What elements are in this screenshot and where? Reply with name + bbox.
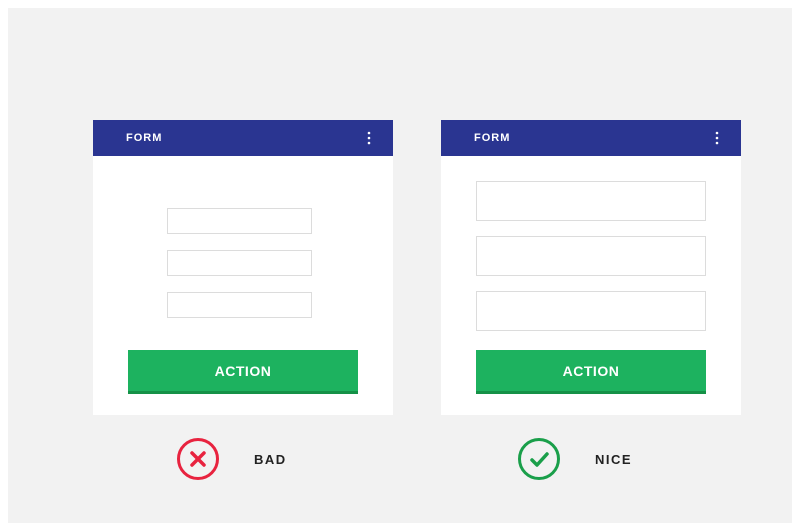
action-button[interactable]: ACTION (476, 350, 706, 394)
text-field-1[interactable] (167, 208, 312, 234)
cross-circle-icon (177, 438, 219, 480)
text-field-3[interactable] (476, 291, 706, 331)
action-button[interactable]: ACTION (128, 350, 358, 394)
text-field-1[interactable] (476, 181, 706, 221)
form-card-nice: FORM ACTION (441, 120, 741, 415)
text-field-2[interactable] (167, 250, 312, 276)
text-field-2[interactable] (476, 236, 706, 276)
app-bar: FORM (93, 120, 393, 156)
kebab-menu-icon[interactable] (367, 131, 371, 145)
check-circle-icon (518, 438, 560, 480)
kebab-menu-icon[interactable] (715, 131, 719, 145)
verdict-label: NICE (595, 452, 633, 467)
verdict-label: BAD (254, 452, 287, 467)
app-bar-title: FORM (126, 132, 163, 144)
app-bar: FORM (441, 120, 741, 156)
comparison-canvas: FORM ACTION FORM ACTION BAD NICE (8, 8, 792, 523)
text-field-3[interactable] (167, 292, 312, 318)
app-bar-title: FORM (474, 132, 511, 144)
form-card-bad: FORM ACTION (93, 120, 393, 415)
